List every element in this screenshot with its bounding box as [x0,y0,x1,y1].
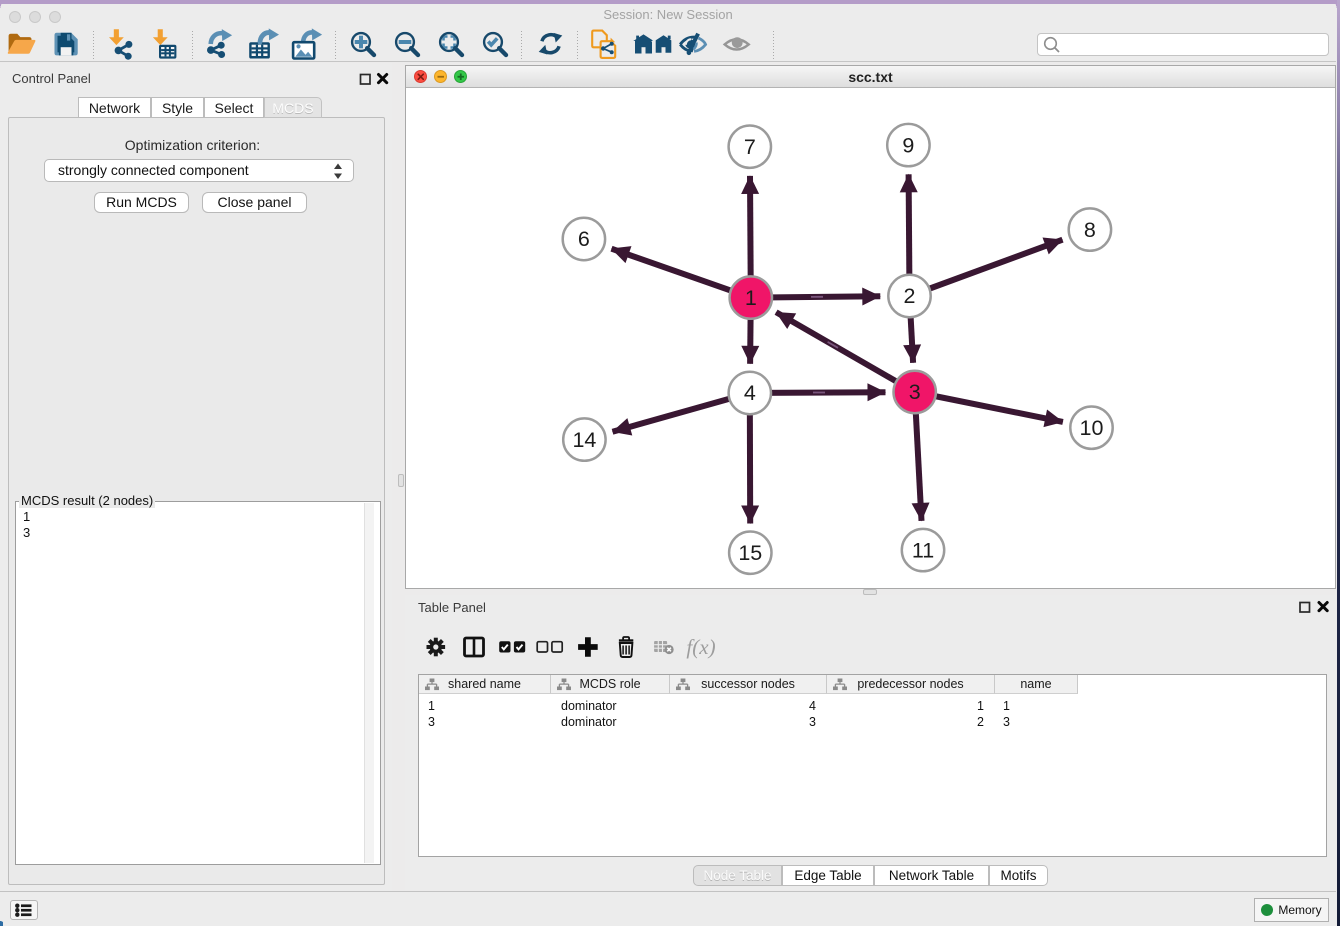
svg-text:10: 10 [1080,416,1104,440]
svg-text:8: 8 [1084,218,1096,242]
svg-text:4: 4 [744,381,756,405]
svg-text:14: 14 [572,428,596,452]
svg-text:9: 9 [902,133,914,157]
svg-text:3: 3 [909,380,921,404]
svg-text:7: 7 [744,135,756,159]
svg-text:1: 1 [745,286,757,310]
svg-text:6: 6 [578,227,590,251]
svg-text:2: 2 [904,284,916,308]
svg-text:15: 15 [738,541,762,565]
svg-text:f(x): f(x) [686,635,715,659]
svg-text:11: 11 [912,538,934,562]
